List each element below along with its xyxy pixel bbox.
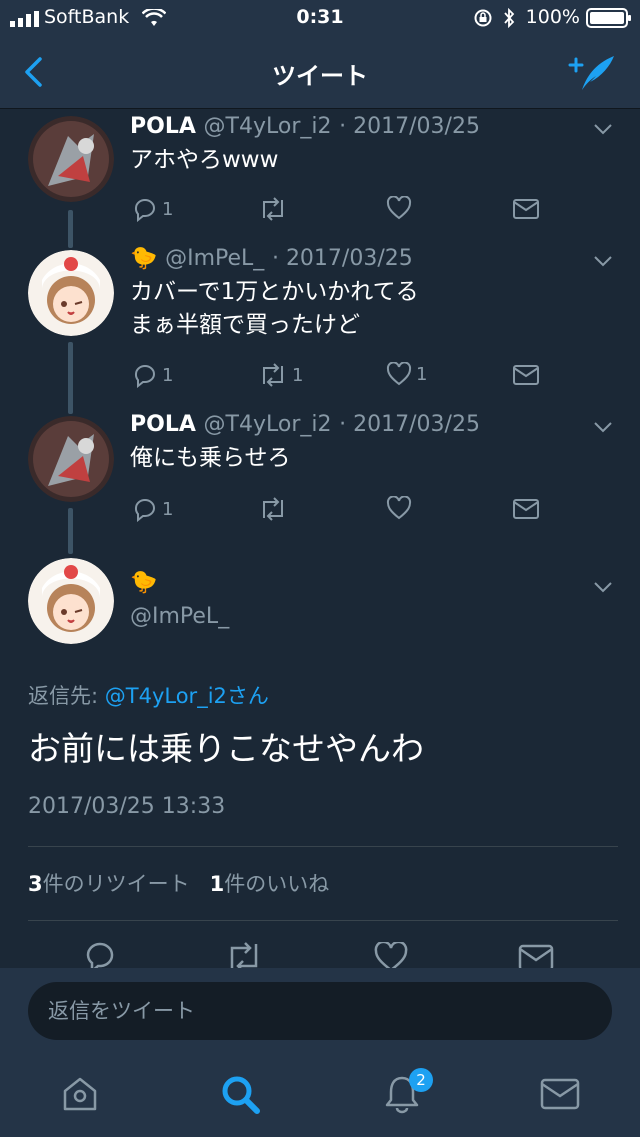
retweets-stat[interactable]: 3件のリツイート bbox=[28, 872, 190, 896]
tweet-author[interactable]: POLA @T4yLor_i2 · 2017/03/25 bbox=[130, 114, 480, 139]
reply-to-line: 返信先: @T4yLor_i2さん bbox=[28, 680, 269, 710]
direct-message-button[interactable] bbox=[512, 364, 540, 386]
user-handle: @T4yLor_i2 bbox=[203, 412, 332, 437]
chevron-down-icon[interactable] bbox=[592, 420, 614, 434]
retweet-button[interactable] bbox=[258, 496, 292, 522]
reply-icon bbox=[134, 199, 155, 222]
divider bbox=[28, 846, 618, 847]
envelope-icon bbox=[513, 365, 539, 385]
bluetooth-icon bbox=[504, 8, 515, 28]
tweet-text: カバーで1万とかいかれてる まぁ半額で買ったけど bbox=[130, 279, 419, 338]
chevron-down-icon[interactable] bbox=[592, 254, 614, 268]
home-icon[interactable] bbox=[60, 1074, 100, 1114]
reply-count: 1 bbox=[162, 498, 174, 520]
tweet-date: · 2017/03/25 bbox=[339, 412, 480, 437]
retweets-label: 件のリツイート bbox=[42, 872, 190, 896]
user-handle: @ImPeL_ bbox=[165, 246, 265, 271]
envelope-icon bbox=[513, 499, 539, 519]
display-name: POLA bbox=[130, 114, 196, 139]
tweet-text: 俺にも乗らせろ bbox=[130, 445, 291, 471]
heart-icon bbox=[386, 362, 412, 386]
tweet-text: アホやろwww bbox=[130, 147, 279, 173]
tweet-author[interactable]: POLA @T4yLor_i2 · 2017/03/25 bbox=[130, 412, 480, 437]
chevron-down-icon[interactable] bbox=[592, 122, 614, 136]
avatar[interactable] bbox=[28, 558, 114, 644]
avatar[interactable] bbox=[28, 250, 114, 336]
like-button[interactable] bbox=[386, 496, 416, 520]
thread-connector bbox=[68, 508, 73, 554]
reply-icon bbox=[134, 499, 155, 522]
battery-icon bbox=[586, 8, 631, 28]
retweet-icon bbox=[263, 497, 283, 521]
retweets-count: 3 bbox=[28, 872, 43, 896]
reply-button[interactable]: 1 bbox=[132, 496, 173, 522]
engagement-stats: 3件のリツイート 1件のいいね bbox=[28, 868, 329, 898]
reply-count: 1 bbox=[162, 364, 174, 386]
compose-tweet-icon[interactable] bbox=[568, 52, 618, 92]
reply-count: 1 bbox=[162, 198, 174, 220]
heart-icon bbox=[386, 496, 412, 520]
likes-count: 1 bbox=[209, 872, 225, 896]
nav-bar: ツイート bbox=[0, 36, 640, 109]
tweet-author[interactable]: 🐤 @ImPeL_ · 2017/03/25 bbox=[130, 246, 413, 271]
thread-connector bbox=[68, 210, 73, 248]
retweet-icon bbox=[263, 197, 283, 221]
direct-message-button[interactable] bbox=[512, 498, 540, 520]
chevron-down-icon[interactable] bbox=[592, 580, 614, 594]
reply-input[interactable]: 返信をツイート bbox=[28, 982, 612, 1040]
display-name[interactable]: 🐤 bbox=[130, 570, 157, 595]
like-button[interactable] bbox=[386, 196, 416, 220]
page-title: ツイート bbox=[272, 62, 368, 90]
status-bar: SoftBank 0:31 100% bbox=[0, 0, 640, 36]
notification-badge: 2 bbox=[409, 1068, 433, 1092]
reply-icon bbox=[134, 365, 155, 388]
battery-percentage: 100% bbox=[525, 6, 580, 28]
direct-message-button[interactable] bbox=[512, 198, 540, 220]
reply-button[interactable]: 1 bbox=[132, 362, 173, 388]
retweet-button[interactable] bbox=[258, 196, 292, 222]
envelope-icon bbox=[513, 199, 539, 219]
heart-icon bbox=[386, 196, 412, 220]
user-handle[interactable]: @ImPeL_ bbox=[130, 604, 229, 629]
tweet-text: お前には乗りこなせやんわ bbox=[28, 729, 424, 768]
reply-to-prefix: 返信先: bbox=[28, 684, 105, 708]
retweet-button[interactable]: 1 bbox=[258, 362, 303, 388]
avatar[interactable] bbox=[28, 116, 114, 202]
divider bbox=[28, 920, 618, 921]
thread-connector bbox=[68, 342, 73, 414]
retweet-count: 1 bbox=[292, 364, 304, 386]
tweet-timestamp: 2017/03/25 13:33 bbox=[28, 794, 226, 819]
avatar[interactable] bbox=[28, 416, 114, 502]
likes-stat[interactable]: 1件のいいね bbox=[210, 872, 330, 896]
reply-button[interactable]: 1 bbox=[132, 196, 173, 222]
like-count: 1 bbox=[416, 363, 428, 385]
messages-envelope-icon[interactable] bbox=[540, 1078, 580, 1110]
user-handle: @T4yLor_i2 bbox=[203, 114, 332, 139]
like-button[interactable]: 1 bbox=[386, 362, 427, 386]
rotation-lock-icon bbox=[474, 9, 492, 27]
likes-label: 件のいいね bbox=[224, 872, 330, 896]
search-icon[interactable] bbox=[220, 1074, 262, 1116]
reply-to-link[interactable]: @T4yLor_i2さん bbox=[105, 684, 269, 708]
tweet-date: · 2017/03/25 bbox=[271, 246, 413, 271]
retweet-icon bbox=[263, 363, 283, 387]
display-name: POLA bbox=[130, 412, 196, 437]
tweet-date: · 2017/03/25 bbox=[339, 114, 480, 139]
display-name: 🐤 bbox=[130, 246, 158, 271]
